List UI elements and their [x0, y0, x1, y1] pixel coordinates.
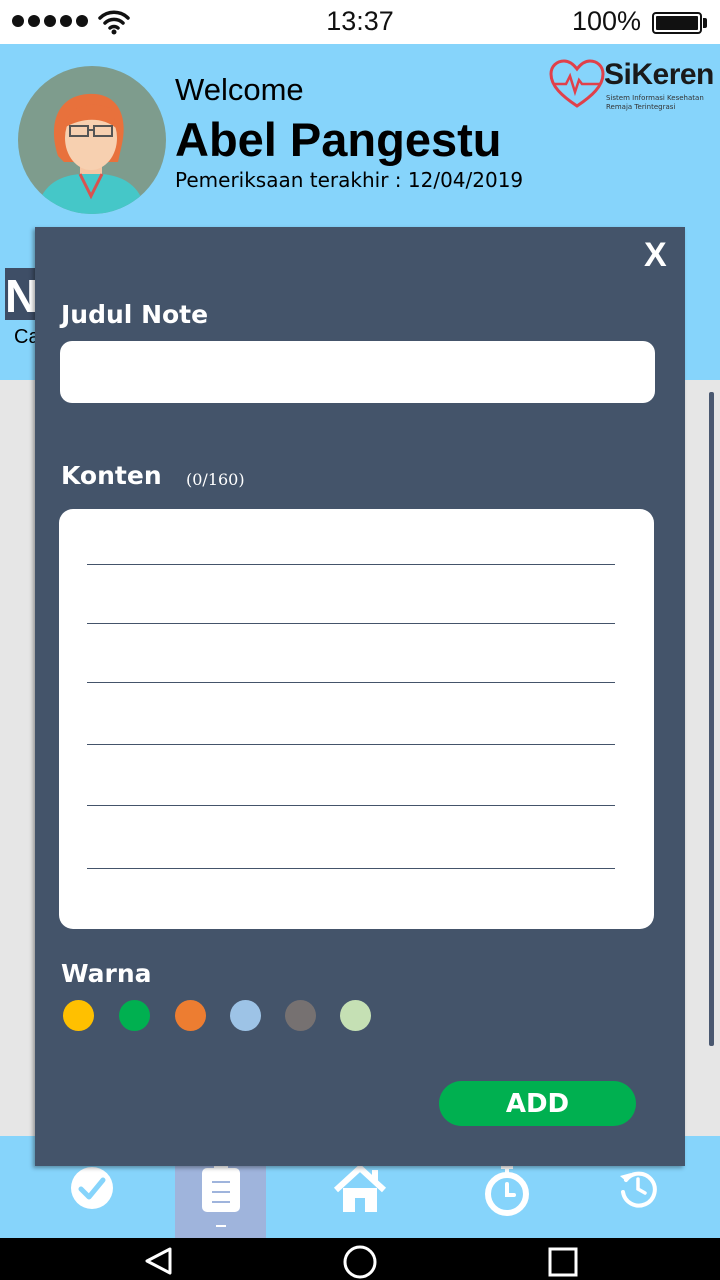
color-swatch[interactable] [119, 1000, 150, 1031]
user-name: Abel Pangestu [175, 113, 502, 166]
app-logo-subtitle: Sistem Informasi Kesehatan [606, 94, 704, 102]
ruled-line [87, 868, 615, 869]
color-label: Warna [61, 959, 152, 988]
welcome-label: Welcome [175, 72, 304, 107]
content-textarea[interactable] [59, 509, 654, 929]
clipboard-icon[interactable] [200, 1164, 242, 1230]
page-subtitle-fragment: Ca [14, 326, 36, 348]
home-icon[interactable] [333, 1164, 387, 1214]
content-char-counter: (0/160) [186, 470, 245, 489]
content-label: Konten [61, 461, 162, 490]
ruled-line [87, 744, 615, 745]
note-title-label: Judul Note [61, 300, 209, 329]
heart-pulse-logo-icon [549, 59, 605, 108]
recents-icon[interactable] [547, 1246, 579, 1278]
page-title-fragment: N [5, 268, 37, 320]
battery-icon [652, 12, 702, 34]
ruled-line [87, 564, 615, 565]
close-button[interactable]: X [644, 236, 667, 275]
note-title-input[interactable] [60, 341, 655, 403]
stopwatch-icon[interactable] [484, 1164, 530, 1216]
color-swatch[interactable] [175, 1000, 206, 1031]
color-swatch[interactable] [285, 1000, 316, 1031]
color-swatch[interactable] [340, 1000, 371, 1031]
app-logo-subtitle-2: Remaja Terintegrasi [606, 103, 676, 111]
color-swatch[interactable] [230, 1000, 261, 1031]
last-checkup-date: Pemeriksaan terakhir : 12/04/2019 [175, 168, 524, 192]
history-icon[interactable] [618, 1168, 658, 1208]
ruled-line [87, 682, 615, 683]
scrollbar[interactable] [709, 392, 714, 1046]
avatar[interactable] [18, 66, 166, 214]
ruled-line [87, 623, 615, 624]
home-circle-icon[interactable] [342, 1244, 378, 1280]
battery-tip [703, 18, 707, 28]
color-swatch[interactable] [63, 1000, 94, 1031]
add-button[interactable]: ADD [439, 1081, 636, 1126]
back-icon[interactable] [142, 1246, 174, 1276]
doctor-avatar-icon [36, 93, 146, 214]
ruled-line [87, 805, 615, 806]
checkmark-icon[interactable] [70, 1166, 114, 1210]
app-logo-name: SiKeren [604, 58, 714, 91]
battery-percentage: 100% [572, 6, 642, 36]
